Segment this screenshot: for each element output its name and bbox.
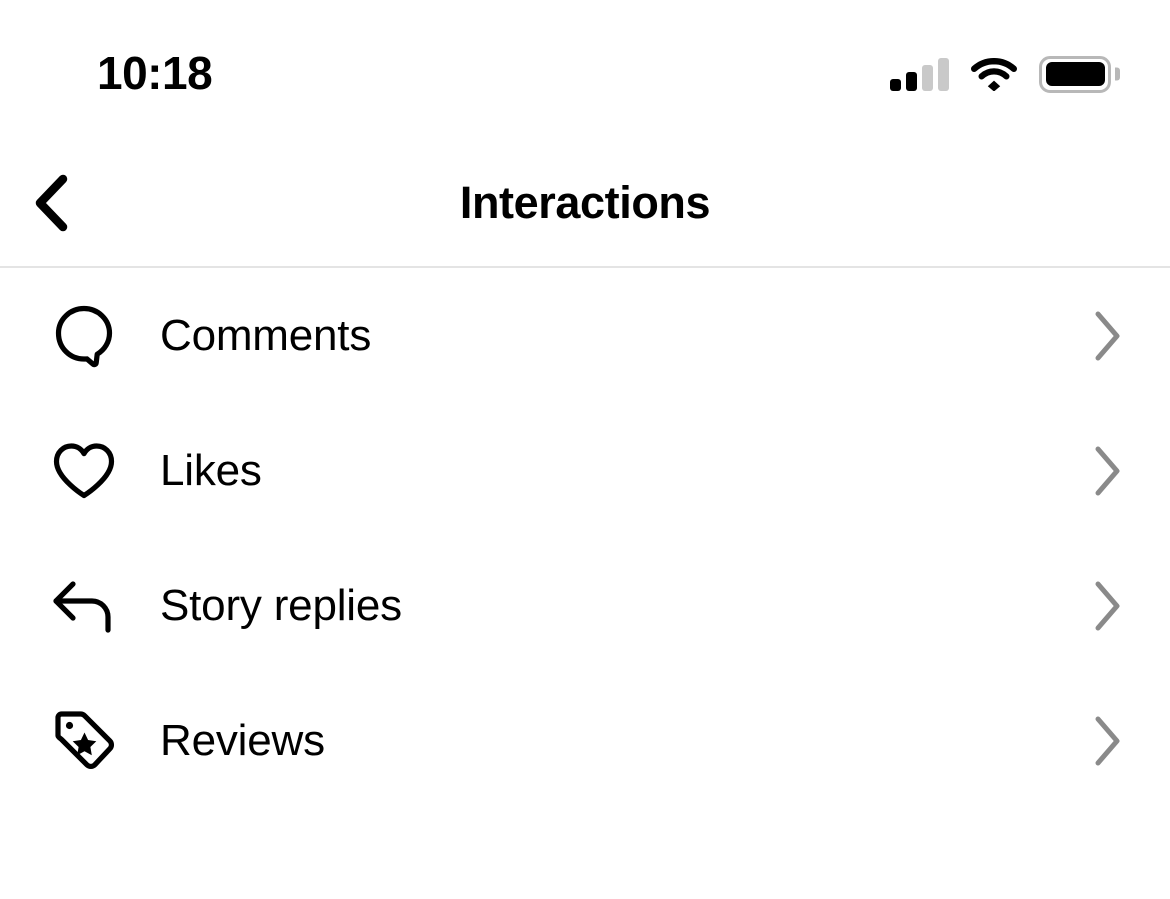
reply-arrow-icon [48, 570, 120, 642]
list-item-label: Likes [160, 445, 262, 495]
list-item-label: Story replies [160, 580, 402, 630]
page-title: Interactions [459, 177, 711, 228]
list-item-label: Comments [160, 310, 372, 360]
list-item-label: Reviews [160, 715, 325, 765]
chevron-right-icon[interactable] [1076, 441, 1124, 501]
phone-screen: 10:18 Interactions Comments Likes Story … [0, 0, 1170, 899]
status-bar-time: 10:18 [97, 47, 213, 99]
status-bar-icons [890, 52, 1120, 96]
list-item-story-replies[interactable]: Story replies [0, 538, 1170, 673]
chevron-right-icon[interactable] [1076, 711, 1124, 771]
signal-bar-4 [938, 57, 949, 91]
battery-icon [1039, 55, 1120, 93]
heart-icon [48, 435, 120, 507]
list-item-comments[interactable]: Comments [0, 268, 1170, 403]
signal-bar-1 [890, 78, 901, 91]
cellular-signal-icon [890, 57, 949, 91]
chevron-right-icon[interactable] [1076, 306, 1124, 366]
wifi-icon [971, 58, 1017, 91]
signal-bar-2 [906, 71, 917, 91]
list-item-likes[interactable]: Likes [0, 403, 1170, 538]
list-item-reviews[interactable]: Reviews [0, 673, 1170, 808]
status-bar: 10:18 [0, 0, 1170, 140]
battery-nub [1115, 67, 1120, 81]
battery-fill [1045, 62, 1105, 86]
chevron-right-icon[interactable] [1076, 576, 1124, 636]
nav-header: Interactions [0, 140, 1170, 268]
battery-shell [1039, 55, 1111, 93]
comment-bubble-icon [48, 300, 120, 372]
tag-star-icon [48, 705, 120, 777]
interactions-list: Comments Likes Story replies Reviews [0, 268, 1170, 899]
signal-bar-3 [922, 64, 933, 91]
